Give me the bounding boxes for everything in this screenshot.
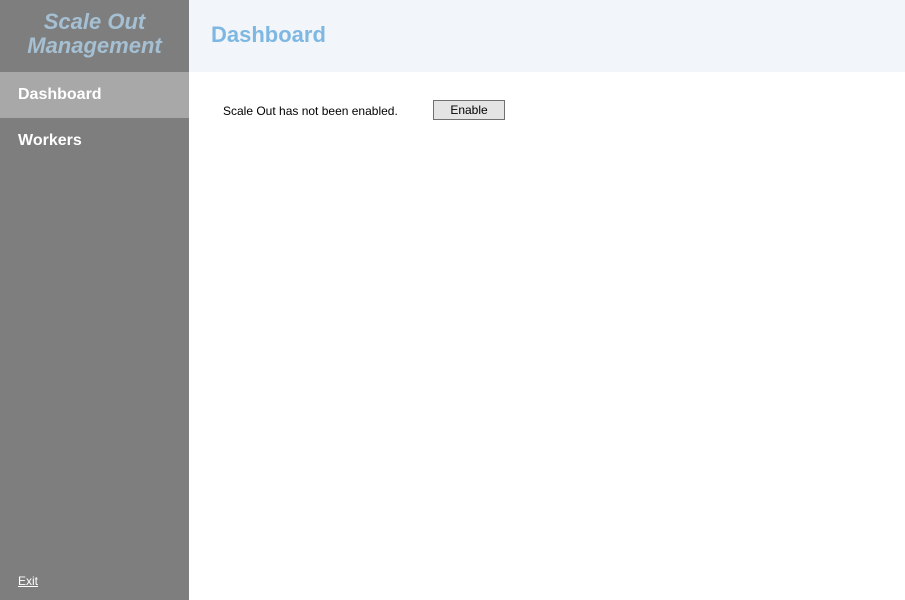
header: Dashboard [189, 0, 905, 72]
sidebar-nav: Dashboard Workers [0, 72, 189, 562]
sidebar-item-workers[interactable]: Workers [0, 118, 189, 164]
content: Dashboard Scale Out has not been enabled… [189, 0, 905, 600]
enable-button[interactable]: Enable [433, 100, 505, 120]
sidebar-item-label: Dashboard [18, 86, 102, 103]
sidebar-title: Scale Out Management [0, 0, 189, 72]
sidebar-item-dashboard[interactable]: Dashboard [0, 72, 189, 118]
sidebar-footer: Exit [0, 562, 189, 600]
exit-link[interactable]: Exit [18, 574, 38, 588]
main-panel: Scale Out has not been enabled. Enable [189, 72, 905, 148]
sidebar-item-label: Workers [18, 132, 82, 149]
sidebar: Scale Out Management Dashboard Workers E… [0, 0, 189, 600]
page-title: Dashboard [211, 22, 883, 48]
status-text: Scale Out has not been enabled. [223, 100, 433, 118]
